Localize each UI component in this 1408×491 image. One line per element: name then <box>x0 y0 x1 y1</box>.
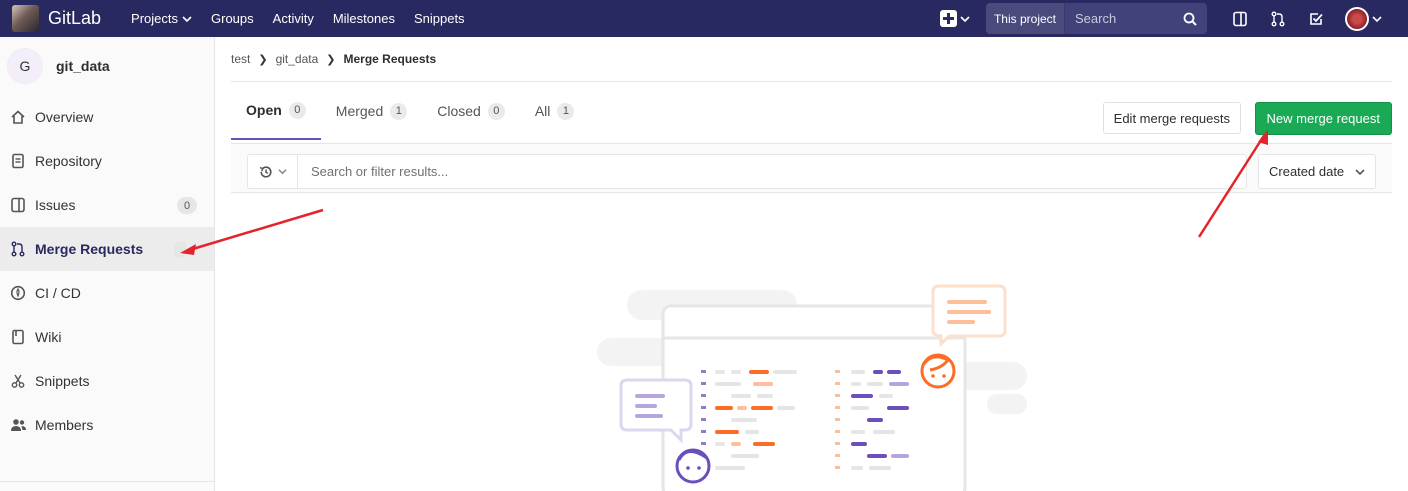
recent-searches-button[interactable] <box>248 155 298 188</box>
chevron-down-icon <box>182 15 192 22</box>
scissors-icon <box>10 373 28 389</box>
breadcrumb: test ❯ git_data ❯ Merge Requests <box>231 37 1392 82</box>
sidebar-project-header[interactable]: G git_data <box>0 37 214 95</box>
chevron-right-icon: ❯ <box>326 53 336 66</box>
brand-name: GitLab <box>48 8 102 28</box>
nav-snippets[interactable]: Snippets <box>414 11 465 26</box>
new-merge-request-button[interactable]: New merge request <box>1254 102 1392 135</box>
main-content: test ❯ git_data ❯ Merge Requests Open 0 … <box>231 37 1392 193</box>
tab-count-badge: 0 <box>487 102 505 120</box>
sidebar-item-label: Snippets <box>35 373 90 389</box>
edit-merge-requests-button[interactable]: Edit merge requests <box>1102 102 1241 134</box>
sidebar-panel-icon[interactable] <box>1221 11 1259 27</box>
empty-state-illustration <box>597 284 1027 491</box>
project-avatar: G <box>7 48 43 84</box>
new-dropdown-button[interactable] <box>939 10 970 27</box>
sidebar-item-label: Issues <box>35 197 76 213</box>
search-bar: This project Search <box>985 3 1207 34</box>
project-sidebar: G git_data Overview Repository Issues 0 … <box>0 37 215 491</box>
todo-check-icon[interactable] <box>1297 11 1335 27</box>
merge-requests-count-badge <box>174 241 186 258</box>
chevron-down-icon <box>277 169 287 175</box>
sidebar-item-label: Overview <box>35 109 94 125</box>
tab-closed[interactable]: Closed 0 <box>422 82 520 140</box>
chevron-down-icon <box>1355 168 1365 175</box>
sort-label: Created date <box>1269 164 1345 179</box>
tab-count-badge: 1 <box>557 102 575 120</box>
tab-label: Merged <box>335 103 384 119</box>
sidebar-item-label: Wiki <box>35 329 62 345</box>
sort-dropdown[interactable]: Created date <box>1258 154 1376 189</box>
rocket-icon <box>10 285 28 301</box>
issues-count-badge: 0 <box>177 197 197 214</box>
sidebar-item-repository[interactable]: Repository <box>0 139 214 183</box>
breadcrumb-item-test[interactable]: test <box>231 52 250 66</box>
search-icon <box>1183 12 1197 26</box>
avatar <box>1345 6 1369 31</box>
sidebar-item-snippets[interactable]: Snippets <box>0 359 214 403</box>
tab-label: Open <box>246 102 282 118</box>
gitlab-logo-icon <box>12 5 39 32</box>
search-placeholder: Search <box>1075 11 1117 26</box>
sidebar-item-label: CI / CD <box>35 285 81 301</box>
home-icon <box>10 109 28 125</box>
book-icon <box>10 329 28 345</box>
tab-all[interactable]: All 1 <box>520 82 590 140</box>
nav-projects-label: Projects <box>131 11 179 26</box>
plus-square-icon <box>939 10 957 27</box>
sidebar-item-label: Members <box>35 417 94 433</box>
sidebar-item-ci-cd[interactable]: CI / CD <box>0 271 214 315</box>
sidebar-collapse-area[interactable] <box>0 481 214 491</box>
chevron-down-icon <box>1372 15 1382 22</box>
merge-request-icon[interactable] <box>1259 11 1297 27</box>
user-menu-button[interactable] <box>1345 6 1382 31</box>
tab-merged[interactable]: Merged 1 <box>321 82 422 140</box>
sidebar-item-label: Repository <box>35 153 102 169</box>
top-navbar: GitLab Projects Groups Activity Mileston… <box>0 0 1408 37</box>
sidebar-item-wiki[interactable]: Wiki <box>0 315 214 359</box>
breadcrumb-current[interactable]: Merge Requests <box>343 52 436 66</box>
project-name: git_data <box>56 58 110 74</box>
sidebar-item-members[interactable]: Members <box>0 403 214 447</box>
filter-search-field: Search or filter results... <box>247 154 1247 189</box>
search-scope-badge[interactable]: This project <box>985 3 1065 34</box>
nav-milestones[interactable]: Milestones <box>333 11 395 26</box>
users-icon <box>10 417 28 433</box>
gitlab-home-link[interactable]: GitLab <box>12 5 101 32</box>
nav-groups[interactable]: Groups <box>211 11 254 26</box>
sidebar-item-label: Merge Requests <box>35 241 144 257</box>
merge-request-tabs: Open 0 Merged 1 Closed 0 All 1 Edit merg… <box>231 82 1392 140</box>
issues-icon <box>10 197 28 213</box>
filter-bar: Search or filter results... Created date <box>231 143 1392 193</box>
chevron-right-icon: ❯ <box>258 53 268 66</box>
tab-count-badge: 0 <box>288 101 306 119</box>
tab-open[interactable]: Open 0 <box>231 82 321 140</box>
nav-activity[interactable]: Activity <box>273 11 314 26</box>
search-input[interactable]: Search <box>1065 3 1207 34</box>
filter-input[interactable]: Search or filter results... <box>298 155 448 188</box>
merge-request-icon <box>10 241 28 257</box>
tab-count-badge: 1 <box>390 102 408 120</box>
sidebar-item-overview[interactable]: Overview <box>0 95 214 139</box>
sidebar-item-merge-requests[interactable]: Merge Requests <box>0 227 214 271</box>
repository-icon <box>10 153 28 169</box>
chevron-down-icon <box>960 15 970 22</box>
sidebar-item-issues[interactable]: Issues 0 <box>0 183 214 227</box>
breadcrumb-item-project[interactable]: git_data <box>276 52 319 66</box>
nav-projects[interactable]: Projects <box>131 11 192 26</box>
tab-label: Closed <box>437 103 481 119</box>
history-icon <box>259 165 272 178</box>
tab-label: All <box>534 103 551 119</box>
